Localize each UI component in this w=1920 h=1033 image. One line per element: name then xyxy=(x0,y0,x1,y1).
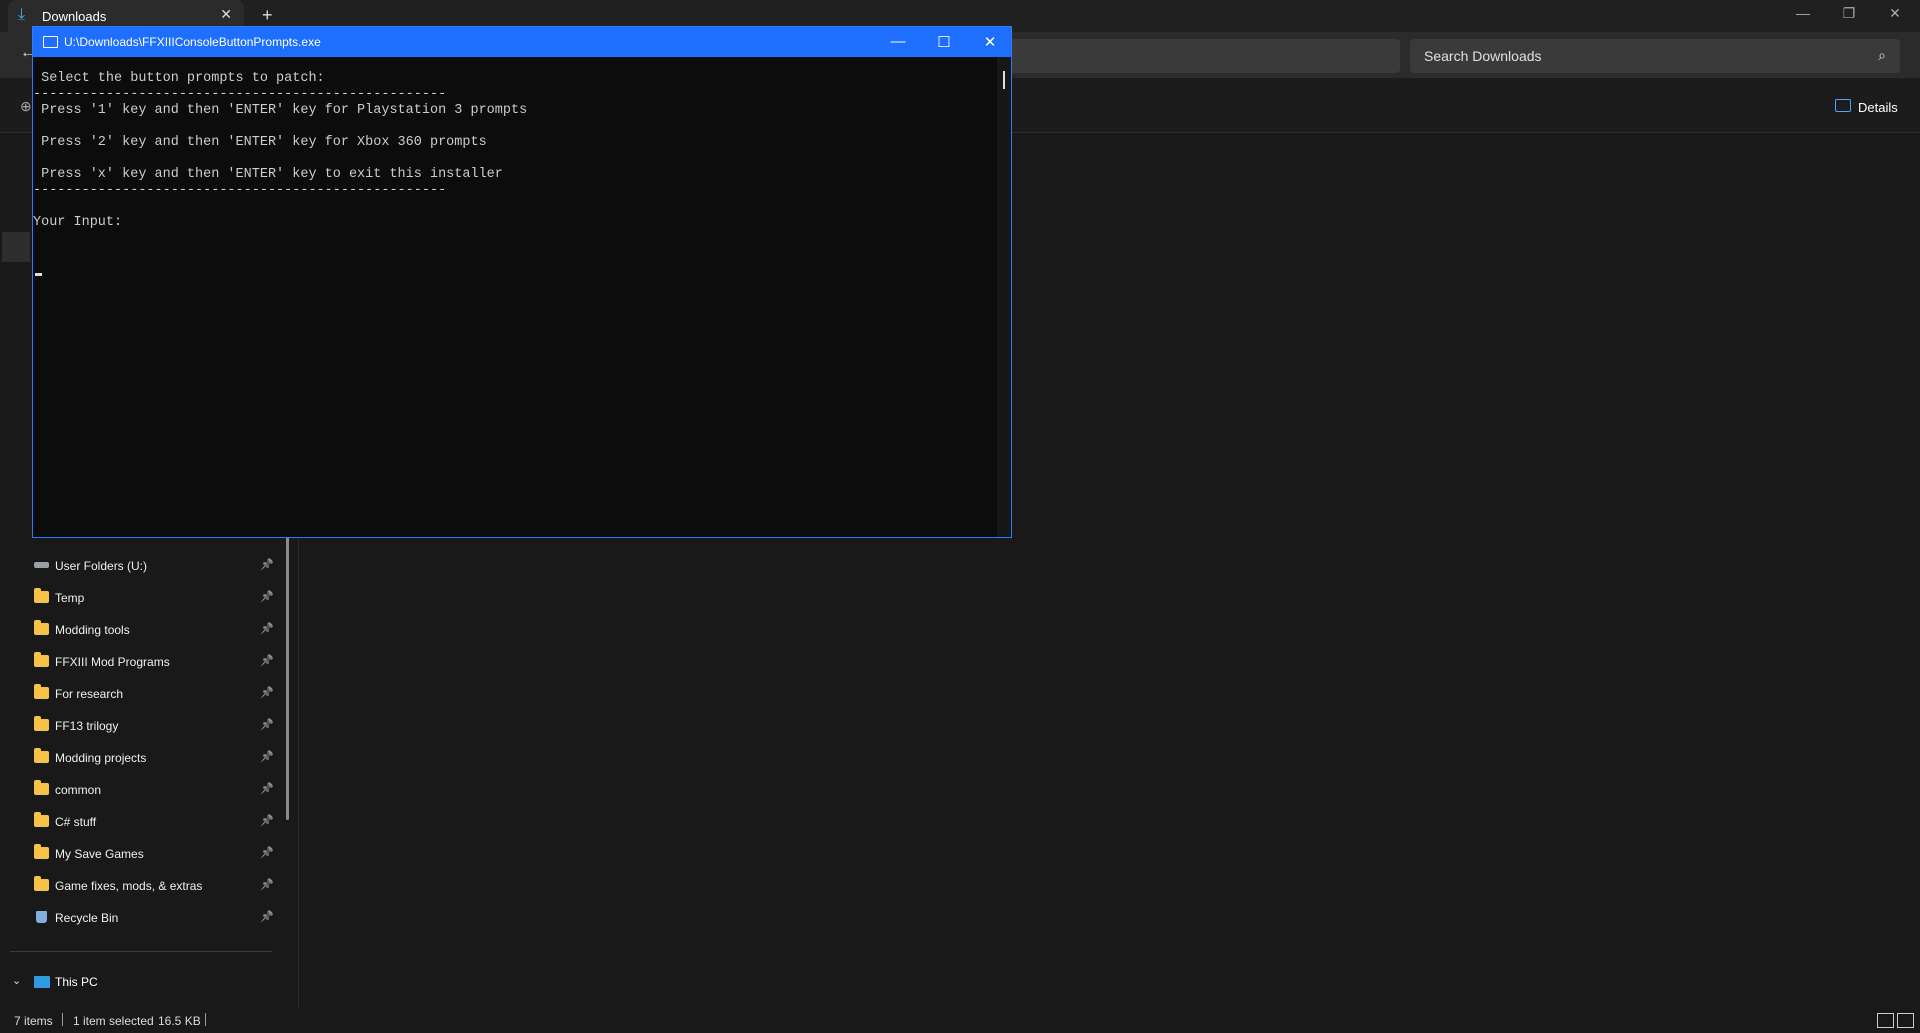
console-maximize-icon[interactable]: ☐ xyxy=(929,33,959,51)
sidebar-item[interactable]: Modding tools 📌 xyxy=(24,617,282,643)
new-icon[interactable]: ⊕ xyxy=(20,98,32,115)
folder-icon xyxy=(34,684,49,699)
address-bar[interactable] xyxy=(1010,39,1400,73)
pin-icon[interactable]: 📌 xyxy=(260,590,274,603)
status-separator xyxy=(205,1013,206,1026)
sidebar-item-label: For research xyxy=(55,687,124,701)
console-app-icon xyxy=(43,36,58,48)
console-line: Press '1' key and then 'ENTER' key for P… xyxy=(33,103,528,118)
sidebar-item-label: C# stuff xyxy=(55,815,97,829)
folder-icon xyxy=(34,780,49,795)
folder-icon xyxy=(34,652,49,667)
console-line: Press '2' key and then 'ENTER' key for X… xyxy=(33,135,487,150)
search-box[interactable]: Search Downloads ⌕ xyxy=(1410,39,1900,73)
console-divider: ----------------------------------------… xyxy=(33,87,447,102)
recycle-bin-icon xyxy=(36,911,47,923)
sidebar-item-label: User Folders (U:) xyxy=(55,559,148,573)
sidebar-item-label: Modding tools xyxy=(55,623,130,637)
folder-icon xyxy=(34,620,49,635)
new-tab-button[interactable]: + xyxy=(262,5,273,26)
drive-icon xyxy=(34,562,49,568)
pin-icon[interactable]: 📌 xyxy=(260,718,274,731)
console-scroll-thumb[interactable] xyxy=(1003,71,1005,89)
pin-icon[interactable]: 📌 xyxy=(260,814,274,827)
search-placeholder: Search Downloads xyxy=(1424,48,1542,64)
console-divider: ----------------------------------------… xyxy=(33,183,447,198)
sidebar-item-label: FFXIII Mod Programs xyxy=(55,655,170,669)
sidebar-item-label: Temp xyxy=(55,591,85,605)
sidebar-item[interactable]: Temp 📌 xyxy=(24,585,282,611)
sidebar-item[interactable]: common 📌 xyxy=(24,777,282,803)
text-cursor xyxy=(35,273,42,276)
close-window-icon[interactable]: ✕ xyxy=(1880,5,1910,22)
tab-title: Downloads xyxy=(42,9,107,24)
folder-icon xyxy=(34,812,49,827)
console-line: Select the button prompts to patch: xyxy=(33,71,325,86)
sidebar-item-label: My Save Games xyxy=(55,847,144,861)
pin-icon[interactable]: 📌 xyxy=(260,878,274,891)
sidebar-item[interactable]: FF13 trilogy 📌 xyxy=(24,713,282,739)
search-icon: ⌕ xyxy=(1878,47,1886,63)
pin-icon[interactable]: 📌 xyxy=(260,686,274,699)
sidebar-item-label: Modding projects xyxy=(55,751,147,765)
details-pane-icon xyxy=(1835,99,1851,112)
sidebar-item[interactable]: User Folders (U:) 📌 xyxy=(24,553,282,579)
folder-icon xyxy=(34,844,49,859)
pin-icon[interactable]: 📌 xyxy=(260,558,274,571)
status-item-count: 7 items xyxy=(14,1014,53,1028)
console-title-bar[interactable]: U:\Downloads\FFXIIIConsoleButtonPrompts.… xyxy=(33,27,1011,57)
sidebar-item[interactable]: C# stuff 📌 xyxy=(24,809,282,835)
sidebar-item-label: Recycle Bin xyxy=(55,911,119,925)
pin-icon[interactable]: 📌 xyxy=(260,782,274,795)
sidebar-item-label: common xyxy=(55,783,102,797)
status-bar: 7 items 1 item selected 16.5 KB xyxy=(0,1009,1920,1033)
console-scrollbar[interactable] xyxy=(997,57,1011,537)
sidebar-separator xyxy=(10,951,272,952)
status-separator xyxy=(62,1013,63,1026)
details-button[interactable]: Details xyxy=(1858,100,1898,115)
pin-icon[interactable]: 📌 xyxy=(260,654,274,667)
sidebar-item-label: FF13 trilogy xyxy=(55,719,119,733)
sidebar-item-this-pc[interactable]: This PC xyxy=(55,975,98,989)
chevron-down-icon[interactable]: ⌄ xyxy=(12,974,21,987)
pin-icon[interactable]: 📌 xyxy=(260,622,274,635)
sidebar-item[interactable]: Modding projects 📌 xyxy=(24,745,282,771)
console-line: Press 'x' key and then 'ENTER' key to ex… xyxy=(33,167,503,182)
status-size: 16.5 KB xyxy=(158,1014,201,1028)
console-close-icon[interactable]: ✕ xyxy=(975,33,1005,51)
tiles-view-icon[interactable] xyxy=(1897,1013,1914,1028)
pin-icon[interactable]: 📌 xyxy=(260,846,274,859)
folder-icon xyxy=(34,588,49,603)
console-title: U:\Downloads\FFXIIIConsoleButtonPrompts.… xyxy=(64,35,321,49)
console-minimize-icon[interactable]: — xyxy=(883,33,913,50)
download-icon: ⤓ xyxy=(18,6,26,23)
sidebar-item[interactable]: Recycle Bin 📌 xyxy=(24,905,282,931)
folder-icon xyxy=(34,716,49,731)
console-window[interactable]: U:\Downloads\FFXIIIConsoleButtonPrompts.… xyxy=(32,26,1012,538)
minimize-icon[interactable]: — xyxy=(1788,5,1818,21)
close-tab-icon[interactable]: ✕ xyxy=(220,6,232,23)
console-output[interactable]: Select the button prompts to patch: ----… xyxy=(33,57,997,537)
details-view-icon[interactable] xyxy=(1877,1013,1894,1028)
pin-icon[interactable]: 📌 xyxy=(260,910,274,923)
console-prompt: Your Input: xyxy=(33,215,123,230)
computer-icon xyxy=(34,976,50,988)
status-selected: 1 item selected xyxy=(73,1014,154,1028)
sidebar-item[interactable]: For research 📌 xyxy=(24,681,282,707)
sidebar-selection-highlight xyxy=(2,232,30,262)
sidebar-item[interactable]: My Save Games 📌 xyxy=(24,841,282,867)
sidebar-item[interactable]: Game fixes, mods, & extras 📌 xyxy=(24,873,282,899)
pin-icon[interactable]: 📌 xyxy=(260,750,274,763)
sidebar-item[interactable]: FFXIII Mod Programs 📌 xyxy=(24,649,282,675)
sidebar-item-label: Game fixes, mods, & extras xyxy=(55,879,203,893)
restore-icon[interactable]: ❐ xyxy=(1834,5,1864,22)
folder-icon xyxy=(34,748,49,763)
folder-icon xyxy=(34,876,49,891)
